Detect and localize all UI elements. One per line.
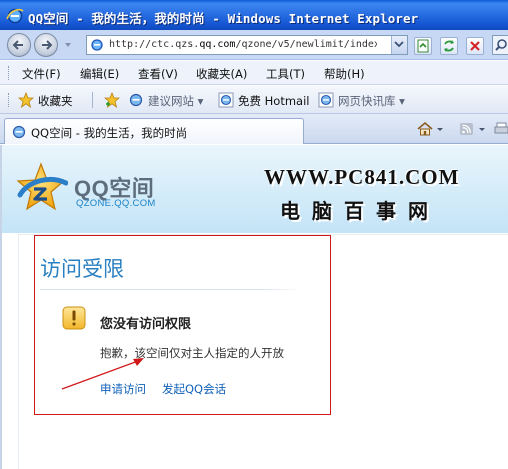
start-qq-chat-link[interactable]: 发起QQ会话	[162, 381, 226, 397]
menu-grip[interactable]	[8, 66, 11, 80]
hotmail-ie-icon	[218, 92, 234, 108]
menu-view[interactable]: 查看(V)	[138, 66, 178, 82]
search-button[interactable]	[492, 35, 508, 55]
title-divider	[40, 289, 302, 290]
tab-qzone[interactable]: QQ空间 - 我的生活，我的时尚	[4, 118, 304, 144]
feeds-icon[interactable]	[458, 120, 476, 138]
stop-button[interactable]	[466, 37, 484, 55]
suggested-sites-icon	[129, 93, 143, 107]
menu-help[interactable]: 帮助(H)	[324, 66, 365, 82]
content-border-left	[18, 234, 19, 469]
address-bar[interactable]: http://ctc.qzs.qq.com/qzone/v5/newlimit/…	[86, 35, 408, 55]
qzone-star-logo-icon	[16, 162, 68, 211]
compatibility-view-button[interactable]	[414, 37, 432, 55]
tab-ie-icon	[12, 125, 26, 139]
watermark-site-name: 电脑百事网	[280, 199, 440, 223]
add-favorite-icon[interactable]	[104, 92, 120, 108]
feeds-dropdown-icon[interactable]	[478, 120, 486, 138]
web-slice-gallery-link[interactable]: 网页快讯库 ▾	[338, 93, 405, 109]
refresh-button[interactable]	[440, 37, 458, 55]
forward-arrow-icon	[42, 40, 53, 50]
menu-tools[interactable]: 工具(T)	[266, 66, 305, 82]
menu-favorites[interactable]: 收藏夹(A)	[196, 66, 247, 82]
print-icon[interactable]	[492, 120, 508, 138]
url-domain: qq.com	[199, 39, 236, 50]
tab-label: QQ空间 - 我的生活，我的时尚	[31, 126, 188, 140]
address-url[interactable]: http://ctc.qzs.qq.com/qzone/v5/newlimit/…	[109, 39, 377, 50]
compat-page-icon	[417, 39, 429, 53]
ie-logo-icon	[6, 8, 24, 24]
access-restricted-title: 访问受限	[40, 257, 124, 281]
menu-edit[interactable]: 编辑(E)	[80, 66, 119, 82]
page-ie-icon	[91, 39, 103, 51]
address-dropdown-button[interactable]	[391, 36, 407, 54]
address-toolbar: http://ctc.qzs.qq.com/qzone/v5/newlimit/…	[0, 30, 508, 60]
url-prefix: http://ctc.qzs.	[109, 39, 200, 50]
home-dropdown-icon[interactable]	[436, 120, 444, 138]
refresh-icon	[444, 40, 454, 52]
url-suffix: /qzone/v5/newlimit/index.1	[235, 39, 377, 50]
back-button[interactable]	[7, 33, 31, 57]
window-title: QQ空间 - 我的生活，我的时尚 - Windows Internet Expl…	[28, 11, 419, 26]
qzone-logo-subtext: QZONE.QQ.COM	[76, 198, 156, 209]
watermark-url: WWW.PC841.COM	[264, 165, 460, 189]
warning-icon	[62, 306, 86, 330]
favorites-button[interactable]: 收藏夹	[38, 93, 73, 109]
history-dropdown-icon[interactable]	[64, 41, 72, 49]
stop-x-icon	[470, 41, 480, 51]
web-slice-gallery-icon	[318, 92, 334, 108]
forward-button[interactable]	[34, 33, 58, 57]
no-permission-heading: 您没有访问权限	[100, 317, 192, 332]
chevron-down-icon	[394, 41, 404, 48]
favorites-grip[interactable]	[8, 93, 11, 107]
back-arrow-icon	[12, 40, 23, 50]
hotmail-link[interactable]: 免费 Hotmail	[238, 93, 310, 109]
page-viewport: QQ空间 QZONE.QQ.COM WWW.PC841.COM 电脑百事网 访问…	[0, 145, 508, 469]
favorites-bar: 收藏夹 建议网站 ▾ 免费 Hotmail 网页快讯库 ▾	[0, 86, 508, 114]
favorites-star-icon	[18, 92, 34, 108]
tab-strip: QQ空间 - 我的生活，我的时尚	[0, 114, 508, 144]
suggested-sites-link[interactable]: 建议网站 ▾	[148, 93, 203, 109]
menu-file[interactable]: 文件(F)	[22, 66, 61, 82]
search-icon	[495, 39, 507, 51]
qzone-header: QQ空间 QZONE.QQ.COM WWW.PC841.COM 电脑百事网	[2, 145, 508, 233]
window-titlebar: QQ空间 - 我的生活，我的时尚 - Windows Internet Expl…	[0, 0, 508, 30]
home-icon[interactable]	[416, 120, 434, 138]
menu-bar: 文件(F) 编辑(E) 查看(V) 收藏夹(A) 工具(T) 帮助(H)	[0, 61, 508, 85]
request-access-link[interactable]: 申请访问	[100, 381, 146, 397]
favorites-separator	[92, 92, 93, 108]
